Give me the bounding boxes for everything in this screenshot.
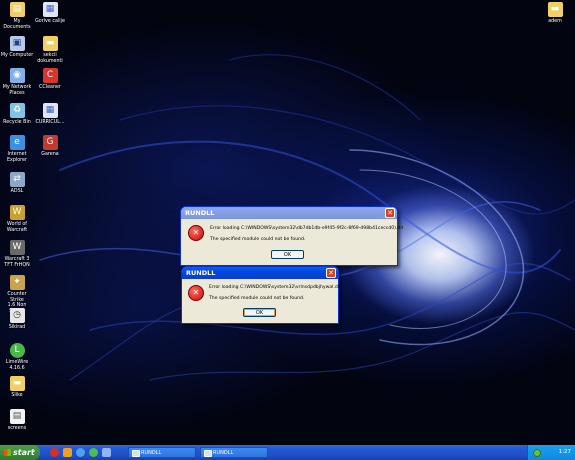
ok-button[interactable]: OK [243,308,276,317]
window-icon [132,450,140,457]
dialog-error-detail: The specified module could not be found. [209,296,305,301]
garena-icon: G [42,135,58,150]
desktop-icon-label: Recycle Bin [3,120,31,125]
desktop-icon-sikirad[interactable]: ◷ Sikirad [0,308,34,331]
ccleaner-icon: C [42,68,58,83]
desktop-icon-recycle-bin[interactable]: ♻ Recycle Bin [0,103,34,126]
close-button[interactable]: ✕ [385,208,395,218]
desktop-icon-label: Sikirad [8,325,26,330]
document-icon: ▤ [9,409,25,424]
desktop-icon-my-documents[interactable]: ▤ My Documents [0,2,34,30]
desktop-icon-sekcii-dokumenti[interactable]: ▬ sekcii dokumenti [33,36,67,64]
warcraft-icon: W [9,205,25,220]
desktop-icon-limewire[interactable]: L LimeWire 4.16.6 [0,343,34,371]
desktop-icon-label: World of Warcraft [6,222,28,233]
dialog-title: RUNDLL [186,269,216,277]
folder-icon: ▬ [547,2,563,17]
internet-explorer-icon[interactable] [76,448,85,457]
dialog-title-bar[interactable]: RUNDLL ✕ [182,267,338,279]
desktop-icon-adsl[interactable]: ⇄ ADSL [0,172,34,195]
computer-icon: ▣ [9,36,25,51]
taskbar: start RUNDLL RUNDLL 1:27 [0,445,575,460]
messenger-icon[interactable] [89,448,98,457]
ok-button[interactable]: OK [271,250,304,259]
folder-icon: ▬ [9,376,25,391]
recycle-bin-icon: ♻ [9,103,25,118]
desktop-icon-world-of-warcraft[interactable]: W World of Warcraft [0,205,34,233]
desktop-icon-garena[interactable]: G Garena [33,135,67,158]
desktop-icon-label: My Computer [0,53,34,58]
rundll-error-dialog-2[interactable]: RUNDLL ✕ ✕ Error loading C:\WINDOWS\syst… [181,266,341,324]
desktop-icon-label: Slike [11,393,23,398]
desktop-icon-label: Garena [41,152,59,157]
network-icon: ◉ [9,68,25,83]
start-button[interactable]: start [0,445,40,460]
desktop-icon-label: My Documents [3,19,31,30]
taskbar-button-rundll-1[interactable]: RUNDLL [128,447,196,458]
system-tray: 1:27 [527,445,575,460]
start-label: start [13,448,35,457]
close-button[interactable]: ✕ [326,268,336,278]
desktop-icon-label: Warcraft 3 TFT FrHQN [4,257,30,268]
network-connection-icon: ⇄ [9,172,25,187]
desktop-icon-label: Gorive calije [35,19,65,24]
desktop: ▤ My Documents ▦ Gorive calije ▣ My Comp… [0,0,575,445]
desktop-icon-label: My Network Places [2,85,32,96]
desktop-icon-label: LimeWire 4.16.6 [5,360,29,371]
dialog-title-bar[interactable]: RUNDLL ✕ [181,207,397,219]
desktop-icon-adem[interactable]: ▬ adem [538,2,572,25]
taskbar-button-label: RUNDLL [141,450,162,456]
clock-icon: ◷ [9,308,25,323]
desktop-icon-curriculum[interactable]: ▦ CURRICUL... [33,103,67,126]
desktop-icon-label: CCleaner [39,85,61,90]
desktop-icon-label: ADSL [10,189,24,194]
folder-icon: ▬ [42,36,58,51]
desktop-icon-label: Internet Explorer [7,152,27,163]
document-icon: ▦ [42,103,58,118]
dialog-error-detail: The specified module could not be found. [210,237,306,242]
error-icon: ✕ [188,225,204,241]
windows-logo-icon [4,449,11,456]
dialog-error-message: Error loading C:\WINDOWS\system32\db7db1… [210,226,403,231]
taskbar-button-rundll-2[interactable]: RUNDLL [200,447,268,458]
dialog-error-message: Error loading C:\WINDOWS\system32\vrlnsd… [209,285,341,290]
media-player-icon[interactable] [63,448,72,457]
limewire-icon: L [9,343,25,358]
desktop-icon-internet-explorer[interactable]: e Internet Explorer [0,135,34,163]
desktop-icon-slike[interactable]: ▬ Slike [0,376,34,399]
desktop-icon-label: adem [548,19,562,24]
desktop-icon-label: CURRICUL... [35,120,65,125]
rundll-error-dialog-1[interactable]: RUNDLL ✕ ✕ Error loading C:\WINDOWS\syst… [180,206,403,266]
desktop-icon-label: screens [7,426,27,431]
document-icon: ▦ [42,2,58,17]
window-icon [204,450,212,457]
desktop-icon-my-computer[interactable]: ▣ My Computer [0,36,34,59]
clock[interactable]: 1:27 [559,445,571,460]
internet-explorer-icon: e [9,135,25,150]
warcraft-3-icon: W [9,240,25,255]
desktop-icon[interactable] [102,448,111,457]
desktop-icon-gorive-calije[interactable]: ▦ Gorive calije [33,2,67,25]
desktop-icon-screens[interactable]: ▤ screens [0,409,34,432]
folder-documents-icon: ▤ [9,2,25,17]
dialog-title: RUNDLL [185,209,215,217]
tray-status-icon[interactable] [533,449,541,457]
opera-icon[interactable] [50,448,59,457]
counter-strike-icon: ✦ [9,275,25,290]
taskbar-button-label: RUNDLL [213,450,234,456]
error-icon: ✕ [188,285,204,301]
desktop-icon-label: sekcii dokumenti [37,53,63,64]
desktop-icon-ccleaner[interactable]: C CCleaner [33,68,67,91]
desktop-icon-warcraft-3[interactable]: W Warcraft 3 TFT FrHQN [0,240,34,268]
desktop-icon-my-network-places[interactable]: ◉ My Network Places [0,68,34,96]
